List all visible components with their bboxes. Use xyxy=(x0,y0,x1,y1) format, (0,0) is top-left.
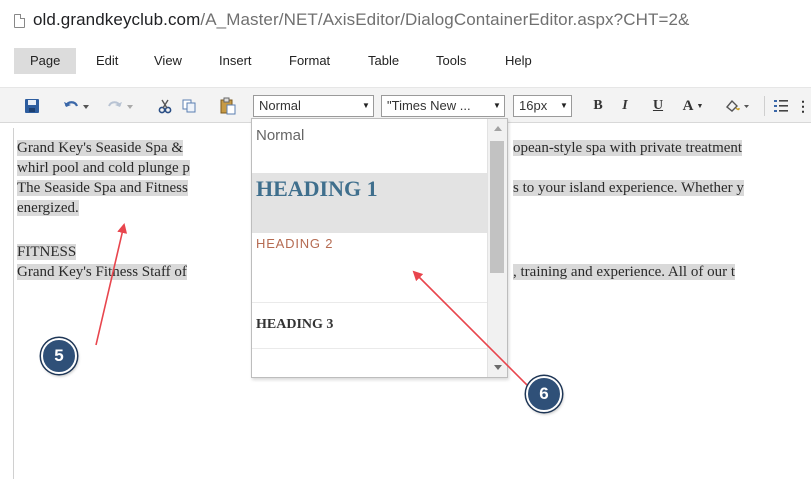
text-line: energized. xyxy=(17,200,79,216)
menu-page[interactable]: Page xyxy=(14,48,77,74)
redo-icon[interactable] xyxy=(104,95,138,117)
text-line: FITNESS xyxy=(17,244,77,260)
format-option-heading-2[interactable]: HEADING 2 xyxy=(252,233,488,303)
toolbar-separator xyxy=(764,96,765,116)
format-option-heading-1[interactable]: HEADING 1 xyxy=(252,173,488,233)
format-select[interactable]: Normal ▼ xyxy=(253,95,374,117)
format-dropdown-list[interactable]: Normal HEADING 1 HEADING 2 HEADING 3 xyxy=(251,118,508,378)
font-family-select[interactable]: "Times New ... ▼ xyxy=(381,95,505,117)
paste-icon[interactable] xyxy=(218,95,238,117)
menu-bar: Page Edit View Insert Format Table Tools… xyxy=(0,48,811,74)
menu-edit[interactable]: Edit xyxy=(96,48,118,74)
highlight-icon[interactable] xyxy=(722,95,752,117)
chevron-down-icon: ▼ xyxy=(696,102,704,110)
annotation-badge-6: 6 xyxy=(526,376,562,412)
menu-tools[interactable]: Tools xyxy=(436,48,466,74)
url-text[interactable]: old.grandkeyclub.com/A_Master/NET/AxisEd… xyxy=(33,10,689,30)
text-line: The Seaside Spa and Fitness xyxy=(17,180,188,196)
address-bar[interactable]: old.grandkeyclub.com/A_Master/NET/AxisEd… xyxy=(0,0,811,40)
format-select-value: Normal xyxy=(259,98,301,113)
save-icon[interactable] xyxy=(22,95,42,117)
format-option-heading-3[interactable]: HEADING 3 xyxy=(252,307,488,349)
cut-icon[interactable] xyxy=(156,95,174,117)
chevron-down-icon: ▼ xyxy=(493,101,501,110)
text-line: s to your island experience. Whether y xyxy=(513,180,744,196)
underline-button[interactable]: U xyxy=(651,95,665,117)
text-line: Grand Key's Fitness Staff of xyxy=(17,264,187,280)
font-color-button[interactable]: A ▼ xyxy=(679,95,707,117)
menu-table[interactable]: Table xyxy=(368,48,399,74)
menu-view[interactable]: View xyxy=(154,48,182,74)
text-line: opean-style spa with private treatment xyxy=(513,140,743,156)
annotation-badge-5: 5 xyxy=(41,338,77,374)
font-color-label: A xyxy=(682,97,694,114)
italic-button[interactable]: I xyxy=(618,95,632,117)
undo-icon[interactable] xyxy=(60,95,94,117)
menu-format[interactable]: Format xyxy=(289,48,330,74)
font-family-value: "Times New ... xyxy=(387,98,471,113)
text-line: Grand Key's Seaside Spa & xyxy=(17,140,184,156)
menu-help[interactable]: Help xyxy=(505,48,532,74)
url-path: /A_Master/NET/AxisEditor/DialogContainer… xyxy=(200,10,690,29)
page-icon xyxy=(14,14,25,28)
dropdown-scrollbar[interactable] xyxy=(487,119,507,377)
format-option-normal[interactable]: Normal xyxy=(252,127,488,167)
chevron-down-icon: ▼ xyxy=(362,101,370,110)
list-icon[interactable] xyxy=(772,95,790,117)
copy-icon[interactable] xyxy=(180,95,198,117)
url-domain: old.grandkeyclub.com xyxy=(33,10,201,29)
scroll-thumb[interactable] xyxy=(490,141,504,273)
font-size-select[interactable]: 16px ▼ xyxy=(513,95,572,117)
menu-insert[interactable]: Insert xyxy=(219,48,252,74)
text-line: , training and experience. All of our t xyxy=(513,264,736,280)
bold-button[interactable]: B xyxy=(591,95,605,117)
chevron-down-icon: ▼ xyxy=(560,101,568,110)
font-size-value: 16px xyxy=(519,98,548,113)
scroll-up-icon[interactable] xyxy=(494,126,502,131)
scroll-down-icon[interactable] xyxy=(494,365,502,370)
text-line: whirl pool and cold plunge p xyxy=(17,160,190,176)
more-icon[interactable]: ⋮ xyxy=(796,95,810,117)
